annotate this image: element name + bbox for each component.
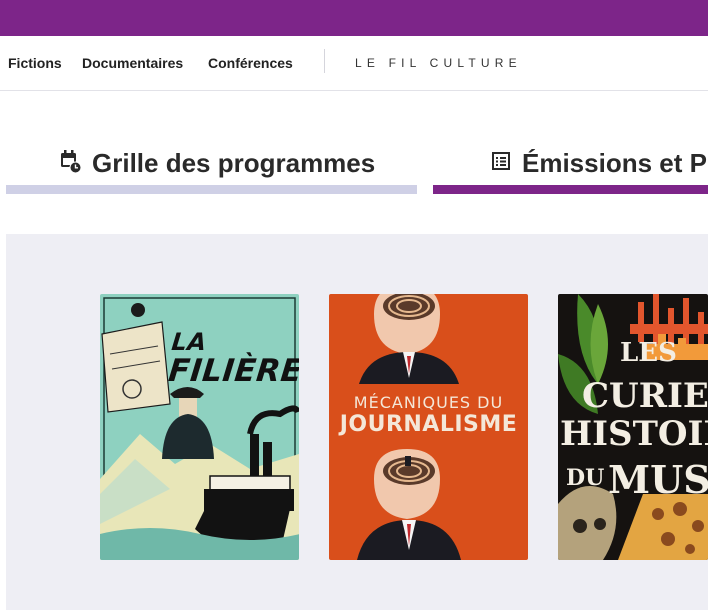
podcast-card-la-filiere[interactable]: LA FILIÈRE — [100, 294, 299, 560]
podcast-card-mecaniques-du-journalisme[interactable]: MÉCANIQUES DU JOURNALISME — [329, 294, 528, 560]
list-icon — [491, 151, 513, 177]
podcast-title-line: MUSÉU — [608, 457, 708, 502]
nav-divider — [324, 49, 325, 73]
main-navigation: Fictions Documentaires Conférences LE FI… — [0, 36, 708, 91]
calendar-clock-icon — [60, 148, 82, 174]
podcast-title-line: LES — [620, 338, 677, 368]
podcast-title-line: LA — [170, 328, 209, 356]
podcast-title-line: JOURNALISME — [339, 412, 518, 437]
nav-link-documentaires[interactable]: Documentaires — [82, 55, 183, 71]
nav-link-le-fil-culture[interactable]: LE FIL CULTURE — [355, 56, 522, 70]
tab-label: Grille des programmes — [92, 148, 376, 178]
tab-grille-des-programmes[interactable]: Grille des programmes — [6, 146, 417, 194]
podcast-title: LES CURIEUS HISTOIRES DU MUSÉU — [558, 294, 708, 560]
tab-emissions-et-podcasts[interactable]: Émissions et Po — [433, 146, 708, 194]
podcast-title-line: MÉCANIQUES DU — [353, 393, 504, 412]
podcast-title-line: CURIEUS — [582, 376, 708, 416]
podcast-title-line: FILIÈRE — [166, 353, 299, 390]
podcast-title: LA FILIÈRE — [166, 328, 299, 390]
tab-label: Émissions et Po — [522, 148, 708, 178]
tab-indicator — [6, 185, 417, 194]
top-brand-bar — [0, 0, 708, 36]
tab-indicator — [433, 185, 708, 194]
nav-link-conferences[interactable]: Conférences — [208, 55, 293, 71]
podcast-card-curieuses-histoires[interactable]: LES CURIEUS HISTOIRES DU MUSÉU — [558, 294, 708, 560]
podcast-title-line: DU — [566, 465, 605, 491]
nav-link-fictions[interactable]: Fictions — [8, 55, 62, 71]
podcast-title-line: HISTOIRES — [560, 414, 708, 454]
